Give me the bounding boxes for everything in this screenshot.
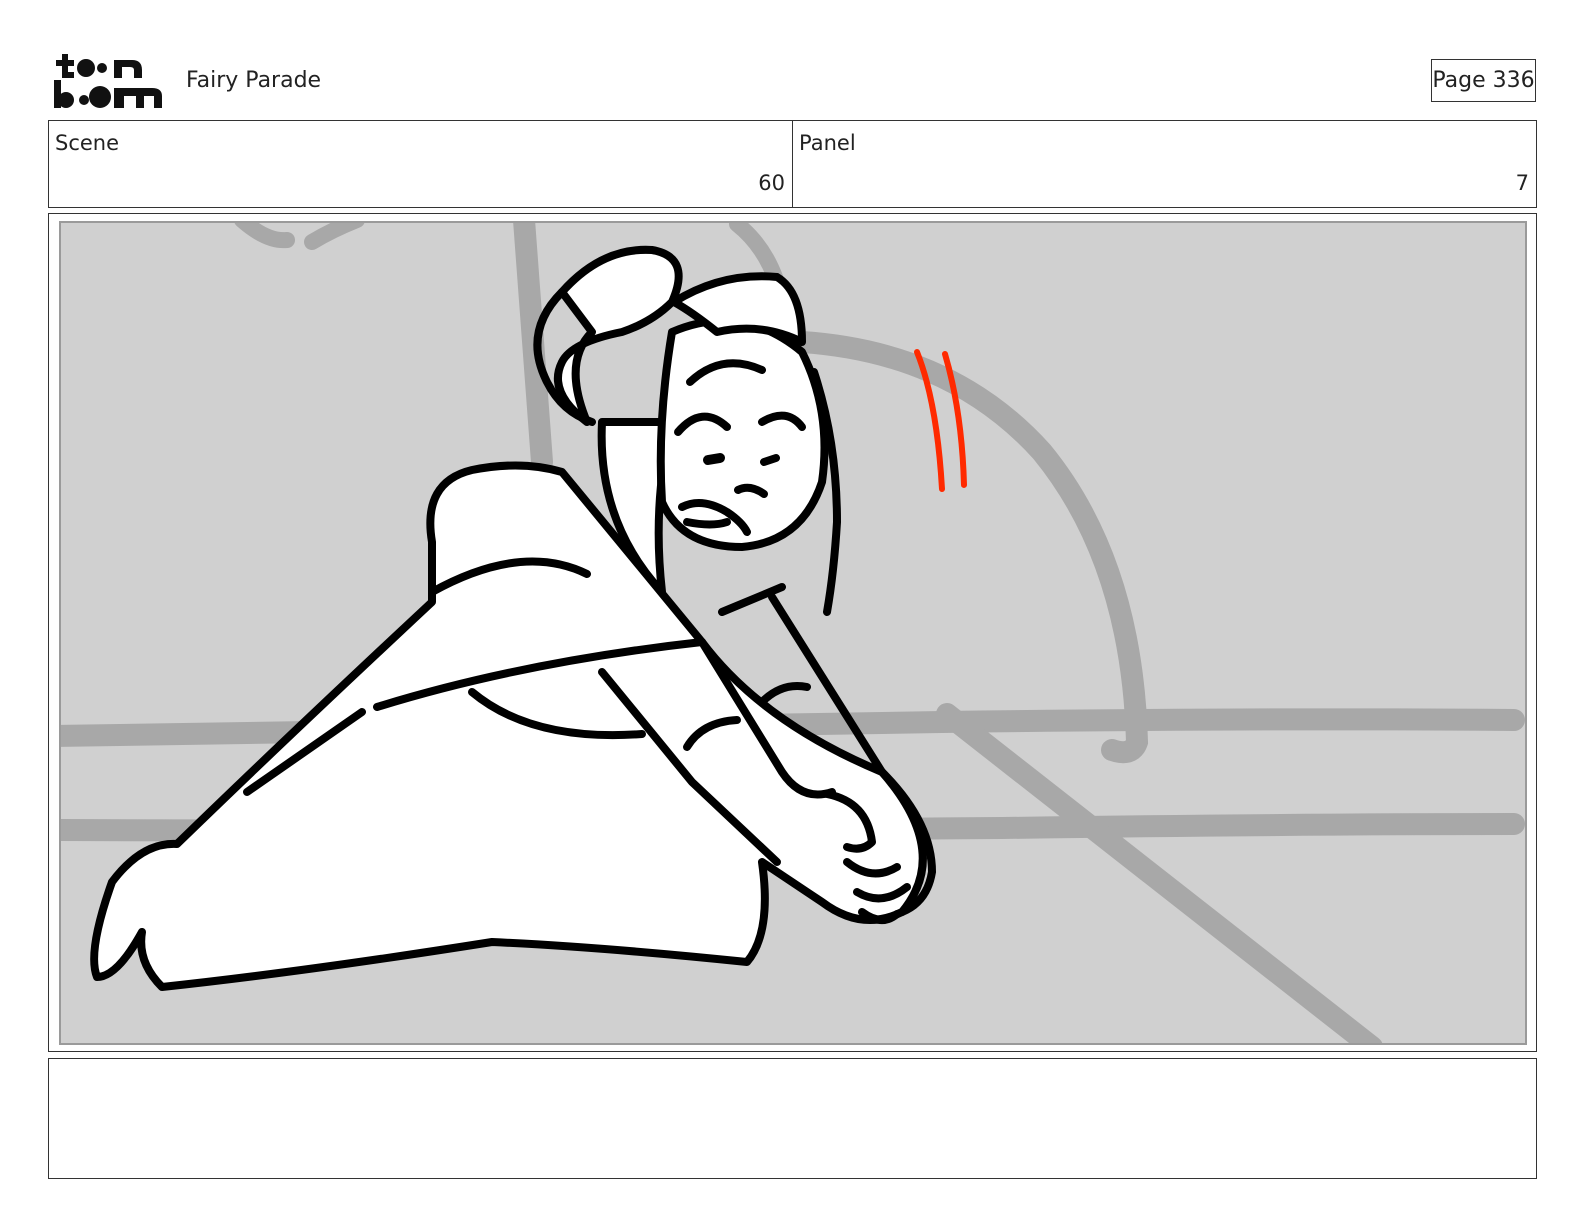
scene-panel-row: Scene 60 Panel 7	[48, 120, 1537, 208]
panel-number: 7	[1515, 171, 1529, 195]
storyboard-sketch	[61, 223, 1525, 1043]
page-number: Page 336	[1431, 59, 1536, 102]
panel-cell: Panel 7	[792, 121, 1536, 207]
project-title: Fairy Parade	[186, 68, 322, 93]
notes-box	[48, 1058, 1537, 1179]
scene-label: Scene	[55, 131, 120, 155]
panel-image	[59, 221, 1527, 1045]
toon-boom-logo	[52, 50, 164, 112]
panel-label: Panel	[799, 131, 856, 155]
scene-cell: Scene 60	[49, 121, 792, 207]
scene-number: 60	[758, 171, 785, 195]
